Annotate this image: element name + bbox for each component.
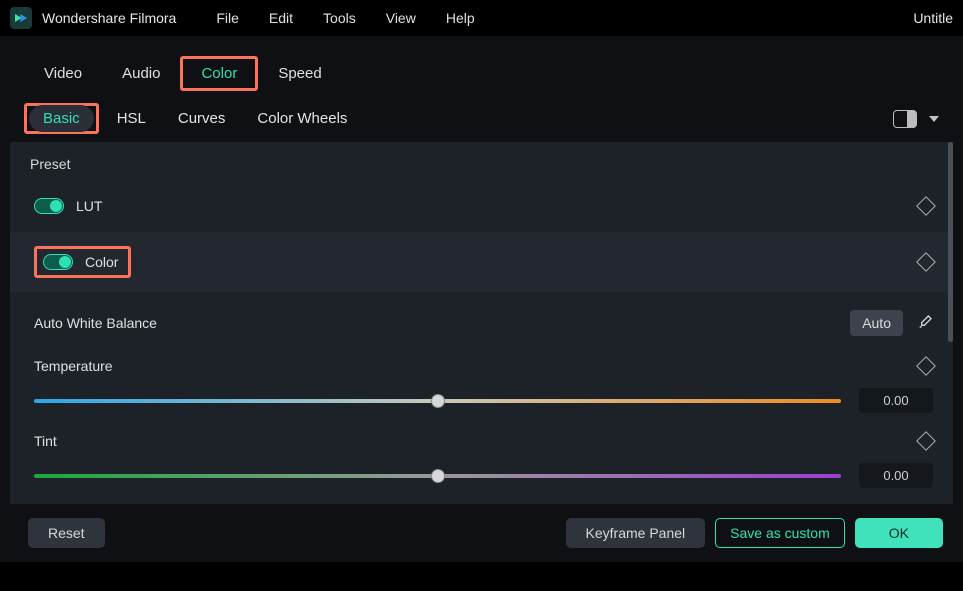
save-as-custom-button[interactable]: Save as custom: [715, 518, 845, 548]
tutorial-highlight-color-tab: Color: [180, 56, 258, 91]
menu-edit[interactable]: Edit: [269, 10, 293, 26]
menu-tools[interactable]: Tools: [323, 10, 356, 26]
title-bar: Wondershare Filmora File Edit Tools View…: [0, 0, 963, 36]
temperature-group: Temperature 0.00: [10, 344, 953, 419]
compare-view-icon[interactable]: [893, 110, 917, 128]
auto-button[interactable]: Auto: [850, 310, 903, 336]
auto-white-balance-row: Auto White Balance Auto: [10, 292, 953, 344]
document-title: Untitle: [913, 10, 953, 26]
color-section: Color: [10, 232, 953, 292]
app-logo-icon: [10, 7, 32, 29]
color-toggle[interactable]: [43, 254, 73, 270]
main-panel: Video Audio Color Speed Basic HSL Curves…: [0, 36, 963, 562]
tutorial-highlight-color-toggle: Color: [34, 246, 131, 278]
menu-file[interactable]: File: [216, 10, 239, 26]
menu-view[interactable]: View: [386, 10, 416, 26]
menu-help[interactable]: Help: [446, 10, 475, 26]
tint-keyframe-icon[interactable]: [916, 431, 936, 451]
temperature-label: Temperature: [34, 358, 113, 374]
tutorial-highlight-basic-tab: Basic: [24, 103, 99, 134]
subtab-color-wheels[interactable]: Color Wheels: [257, 110, 347, 127]
tab-video[interactable]: Video: [24, 57, 102, 90]
color-label: Color: [85, 254, 118, 270]
color-keyframe-icon[interactable]: [916, 252, 936, 272]
footer-bar: Reset Keyframe Panel Save as custom OK: [0, 504, 963, 562]
tint-value[interactable]: 0.00: [859, 463, 933, 488]
lut-toggle[interactable]: [34, 198, 64, 214]
temperature-keyframe-icon[interactable]: [916, 356, 936, 376]
lut-label: LUT: [76, 198, 102, 214]
menu-bar: File Edit Tools View Help: [216, 10, 474, 26]
tint-slider-thumb[interactable]: [431, 469, 445, 483]
temperature-slider[interactable]: [34, 399, 841, 403]
property-tabs: Video Audio Color Speed: [0, 36, 963, 91]
tab-speed[interactable]: Speed: [258, 57, 341, 90]
awb-label: Auto White Balance: [34, 315, 157, 331]
tab-audio[interactable]: Audio: [102, 57, 180, 90]
panel-scrollbar[interactable]: [948, 142, 953, 342]
subtab-hsl[interactable]: HSL: [117, 110, 146, 127]
reset-button[interactable]: Reset: [28, 518, 105, 548]
tab-color[interactable]: Color: [183, 59, 255, 88]
eyedropper-icon[interactable]: [917, 314, 933, 333]
tint-label: Tint: [34, 433, 57, 449]
subtab-curves[interactable]: Curves: [178, 110, 226, 127]
temperature-slider-thumb[interactable]: [431, 394, 445, 408]
app-title: Wondershare Filmora: [42, 10, 176, 26]
ok-button[interactable]: OK: [855, 518, 943, 548]
lut-keyframe-icon[interactable]: [916, 196, 936, 216]
chevron-down-icon[interactable]: [929, 116, 939, 122]
temperature-value[interactable]: 0.00: [859, 388, 933, 413]
lut-row: LUT: [10, 188, 953, 224]
color-sub-tabs: Basic HSL Curves Color Wheels: [0, 91, 963, 142]
preset-section-label: Preset: [10, 142, 953, 188]
subtab-basic[interactable]: Basic: [29, 105, 94, 132]
keyframe-panel-button[interactable]: Keyframe Panel: [566, 518, 706, 548]
tint-group: Tint 0.00: [10, 419, 953, 504]
tint-slider[interactable]: [34, 474, 841, 478]
color-basic-panel: Preset LUT Color Auto White Balance Auto: [10, 142, 953, 504]
